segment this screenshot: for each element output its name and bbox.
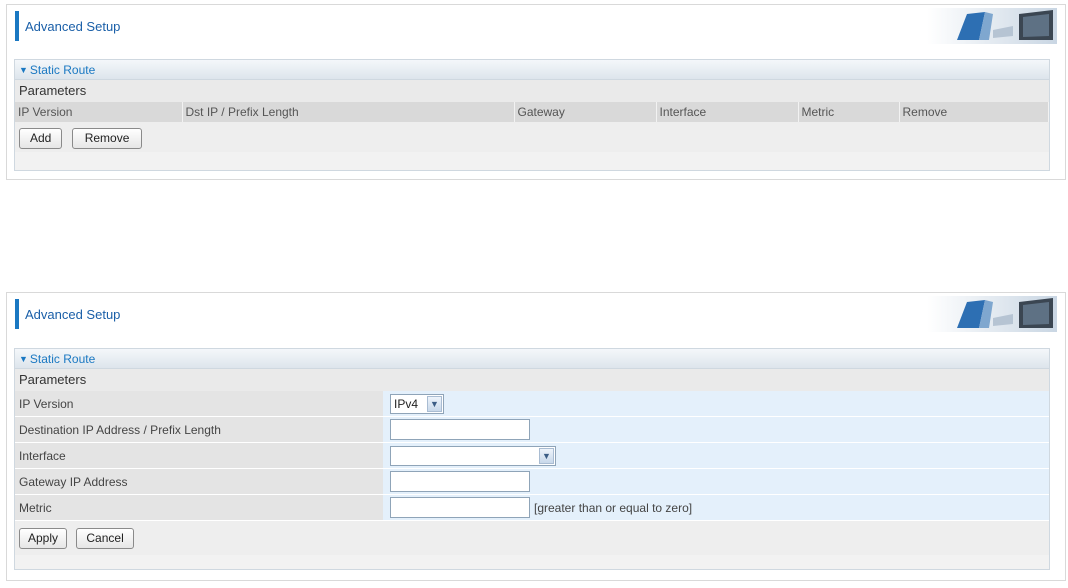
computer-monitor-icon (927, 296, 1057, 332)
metric-hint: [greater than or equal to zero] (534, 500, 693, 515)
apply-button[interactable]: Apply (19, 528, 68, 549)
header-accent-bar (15, 299, 19, 329)
gateway-ip-input[interactable] (390, 471, 530, 492)
static-route-form-panel: Advanced Setup ▼ Static Route Parameters … (6, 292, 1066, 581)
chevron-down-icon[interactable]: ▼ (427, 395, 442, 412)
metric-label: Metric (15, 495, 383, 520)
dst-ip-value-cell (383, 417, 1049, 442)
table-header-row: IP Version Dst IP / Prefix Length Gatewa… (15, 102, 1049, 122)
section-title: Static Route (29, 63, 96, 77)
ip-version-selected: IPv4 (394, 396, 419, 411)
interface-select[interactable]: ▼ (390, 445, 556, 466)
section-header[interactable]: ▼ Static Route (15, 349, 1049, 369)
metric-row: Metric [greater than or equal to zero] (15, 495, 1049, 521)
page-title: Advanced Setup (25, 19, 121, 34)
column-remove: Remove (899, 102, 1049, 122)
advanced-setup-header: Advanced Setup (7, 293, 1065, 337)
section-title: Static Route (29, 352, 96, 366)
column-dst-ip: Dst IP / Prefix Length (182, 102, 515, 122)
ip-version-label: IP Version (15, 391, 383, 416)
column-metric: Metric (798, 102, 900, 122)
ip-version-select[interactable]: IPv4 ▼ (390, 393, 444, 414)
parameters-label: Parameters (15, 369, 1049, 391)
metric-value-cell: [greater than or equal to zero] (383, 495, 1049, 520)
interface-label: Interface (15, 443, 383, 468)
triangle-down-icon[interactable]: ▼ (19, 349, 28, 369)
cancel-button[interactable]: Cancel (76, 528, 134, 549)
list-button-row: Add Remove (15, 122, 1049, 152)
ip-version-row: IP Version IPv4 ▼ (15, 391, 1049, 417)
parameters-label: Parameters (15, 80, 1049, 102)
remove-button[interactable]: Remove (71, 128, 143, 149)
dst-ip-row: Destination IP Address / Prefix Length (15, 417, 1049, 443)
column-gateway: Gateway (514, 102, 657, 122)
dst-ip-label: Destination IP Address / Prefix Length (15, 417, 383, 442)
chevron-down-icon[interactable]: ▼ (539, 447, 554, 464)
interface-row: Interface ▼ (15, 443, 1049, 469)
header-accent-bar (15, 11, 19, 41)
gateway-value-cell (383, 469, 1049, 494)
ip-version-value-cell: IPv4 ▼ (383, 391, 1049, 416)
column-ip-version: IP Version (15, 102, 183, 122)
add-button[interactable]: Add (19, 128, 63, 149)
advanced-setup-header: Advanced Setup (7, 5, 1065, 49)
page-title: Advanced Setup (25, 307, 121, 322)
gateway-label: Gateway IP Address (15, 469, 383, 494)
triangle-down-icon[interactable]: ▼ (19, 60, 28, 80)
metric-input[interactable] (390, 497, 530, 518)
interface-value-cell: ▼ (383, 443, 1049, 468)
section-header[interactable]: ▼ Static Route (15, 60, 1049, 80)
column-interface: Interface (656, 102, 799, 122)
dst-ip-input[interactable] (390, 419, 530, 440)
gateway-row: Gateway IP Address (15, 469, 1049, 495)
form-button-row: Apply Cancel (15, 521, 1049, 555)
static-route-table: IP Version Dst IP / Prefix Length Gatewa… (15, 102, 1049, 122)
static-route-section: ▼ Static Route Parameters IP Version IPv4… (14, 348, 1050, 570)
computer-monitor-icon (927, 8, 1057, 44)
static-route-list-panel: Advanced Setup ▼ Static Route Parameters … (6, 4, 1066, 180)
static-route-section: ▼ Static Route Parameters IP Version Dst … (14, 59, 1050, 171)
